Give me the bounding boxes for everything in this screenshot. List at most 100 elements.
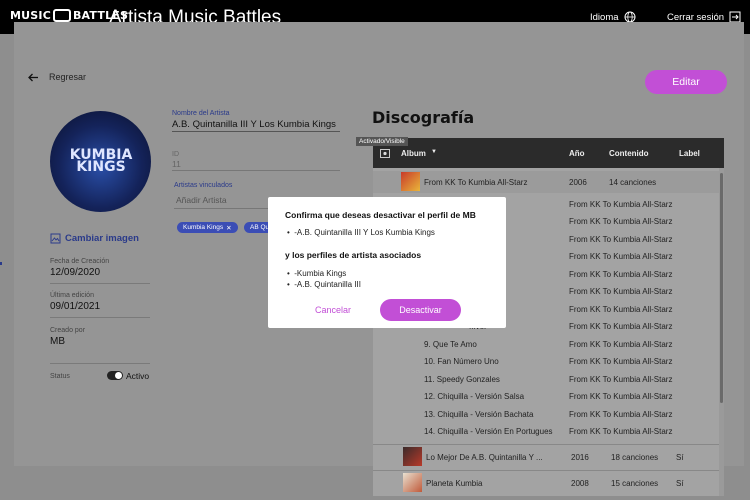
track-name: 13. Chiquilla - Versión Bachata (424, 410, 534, 419)
deactivate-dialog: Confirma que deseas desactivar el perfil… (268, 197, 506, 328)
column-year[interactable]: Año (569, 149, 585, 158)
scrollbar-thumb[interactable] (720, 173, 723, 403)
track-album: From KK To Kumbia All-Starz (569, 270, 673, 279)
dialog-list-item: • -A.B. Quintanilla III Y Los Kumbia Kin… (287, 228, 435, 237)
input-underline (172, 170, 340, 171)
chip-label: Kumbia Kings (183, 224, 224, 231)
track-name: 10. Fan Número Uno (424, 357, 499, 366)
id-value: 11 (172, 159, 181, 169)
id-label: ID (172, 151, 179, 158)
side-marker (0, 262, 2, 265)
album-year: 2016 (571, 453, 589, 462)
track-album: From KK To Kumbia All-Starz (569, 305, 673, 314)
change-image-button[interactable]: Cambiar imagen (50, 233, 139, 244)
album-name: Lo Mejor De A.B. Quintanilla Y ... (426, 453, 543, 462)
track-row[interactable]: 13. Chiquilla - Versión Bachata From KK T… (373, 407, 719, 423)
divider (373, 444, 719, 445)
column-album[interactable]: Album (401, 149, 426, 158)
track-album: From KK To Kumbia All-Starz (569, 287, 673, 296)
divider (50, 363, 150, 364)
image-icon (50, 233, 61, 244)
arrow-left-icon (28, 73, 38, 81)
track-album: From KK To Kumbia All-Starz (569, 410, 673, 419)
album-row[interactable]: Lo Mejor De A.B. Quintanilla Y ... 2016 … (373, 446, 719, 468)
dialog-list-item: • -A.B. Quintanilla III (287, 280, 361, 289)
status-value: Activo (126, 371, 150, 381)
created-date-value: 12/09/2020 (50, 267, 101, 278)
track-album: From KK To Kumbia All-Starz (569, 322, 673, 331)
track-album: From KK To Kumbia All-Starz (569, 235, 673, 244)
logo-text-left: MUSIC (10, 9, 51, 22)
album-name: From KK To Kumbia All-Starz (424, 178, 528, 187)
table-scrollbar[interactable] (719, 168, 724, 496)
album-cover (403, 447, 422, 466)
album-content: 15 canciones (611, 479, 659, 488)
track-name: 9. Que Te Amo (424, 340, 477, 349)
album-name: Planeta Kumbia (426, 479, 483, 488)
album-content: 18 canciones (611, 453, 659, 462)
track-album: From KK To Kumbia All-Starz (569, 392, 673, 401)
visibility-icon[interactable] (380, 149, 390, 158)
divider (373, 470, 719, 471)
cancel-button[interactable]: Cancelar (315, 305, 351, 315)
last-edit-label: Última edición (50, 292, 94, 299)
last-edit-value: 09/01/2021 (50, 301, 101, 312)
track-row[interactable]: 14. Chiquilla - Versión En Portugues From… (373, 424, 719, 440)
album-cover (403, 473, 422, 492)
back-button[interactable]: Regresar (28, 72, 86, 82)
profile-item: -A.B. Quintanilla III Y Los Kumbia Kings (294, 228, 435, 237)
dialog-question: Confirma que deseas desactivar el perfil… (285, 210, 476, 220)
track-album: From KK To Kumbia All-Starz (569, 200, 673, 209)
track-album: From KK To Kumbia All-Starz (569, 427, 673, 436)
status-toggle[interactable] (107, 371, 123, 380)
back-label: Regresar (49, 72, 87, 82)
change-image-label: Cambiar imagen (65, 233, 139, 244)
artist-name-label: Nombre del Artista (172, 110, 230, 117)
divider (50, 283, 150, 284)
divider (50, 317, 150, 318)
track-name: 12. Chiquilla - Versión Salsa (424, 392, 525, 401)
status-label: Status (50, 373, 70, 380)
created-by-label: Creado por (50, 327, 86, 334)
linked-artist-chip[interactable]: Kumbia Kings ✕ (177, 222, 238, 233)
album-year: 2008 (571, 479, 589, 488)
album-cover (401, 172, 420, 191)
edit-button[interactable]: Editar (645, 70, 727, 94)
album-year: 2006 (569, 178, 587, 187)
column-content[interactable]: Contenido (609, 149, 649, 158)
table-header: Album ▼ Año Contenido Label (373, 138, 724, 168)
track-row[interactable]: 12. Chiquilla - Versión Salsa From KK To … (373, 389, 719, 405)
track-album: From KK To Kumbia All-Starz (569, 375, 673, 384)
created-by-value: MB (50, 336, 65, 347)
track-name: 14. Chiquilla - Versión En Portugues (424, 427, 553, 436)
artist-name-input[interactable]: A.B. Quintanilla III Y Los Kumbia Kings (172, 119, 336, 130)
add-artist-input[interactable]: Añadir Artista (176, 195, 227, 205)
deactivate-button[interactable]: Desactivar (380, 299, 461, 321)
column-label[interactable]: Label (679, 149, 700, 158)
album-row[interactable]: From KK To Kumbia All-Starz 2006 14 canc… (373, 171, 719, 193)
associated-item: -Kumbia Kings (294, 269, 347, 278)
album-label: Sí (676, 479, 684, 488)
linked-artists-label: Artistas vinculados (174, 182, 233, 189)
artist-avatar: KUMBIA KINGS (50, 111, 151, 212)
avatar-text: KUMBIA KINGS (69, 147, 133, 175)
track-album: From KK To Kumbia All-Starz (569, 217, 673, 226)
album-row[interactable]: Planeta Kumbia 2008 15 canciones Sí (373, 472, 719, 494)
track-album: From KK To Kumbia All-Starz (569, 252, 673, 261)
sort-arrow-icon[interactable]: ▼ (431, 149, 437, 155)
album-content: 14 canciones (609, 178, 657, 187)
visibility-tooltip: Activado/Visible (356, 137, 408, 146)
track-album: From KK To Kumbia All-Starz (569, 340, 673, 349)
input-underline (172, 131, 340, 132)
created-date-label: Fecha de Creación (50, 258, 110, 265)
track-row[interactable]: 11. Speedy Gonzales From KK To Kumbia All… (373, 372, 719, 388)
track-album: From KK To Kumbia All-Starz (569, 357, 673, 366)
album-label: Sí (676, 453, 684, 462)
track-row[interactable]: 9. Que Te Amo From KK To Kumbia All-Starz (373, 337, 719, 353)
dialog-subheading: y los perfiles de artista asociados (285, 250, 422, 260)
logo-badge-icon (52, 9, 71, 22)
language-label: Idioma (590, 11, 619, 23)
close-icon[interactable]: ✕ (226, 224, 231, 232)
discography-title: Discografía (372, 108, 475, 127)
track-row[interactable]: 10. Fan Número Uno From KK To Kumbia All-… (373, 354, 719, 370)
